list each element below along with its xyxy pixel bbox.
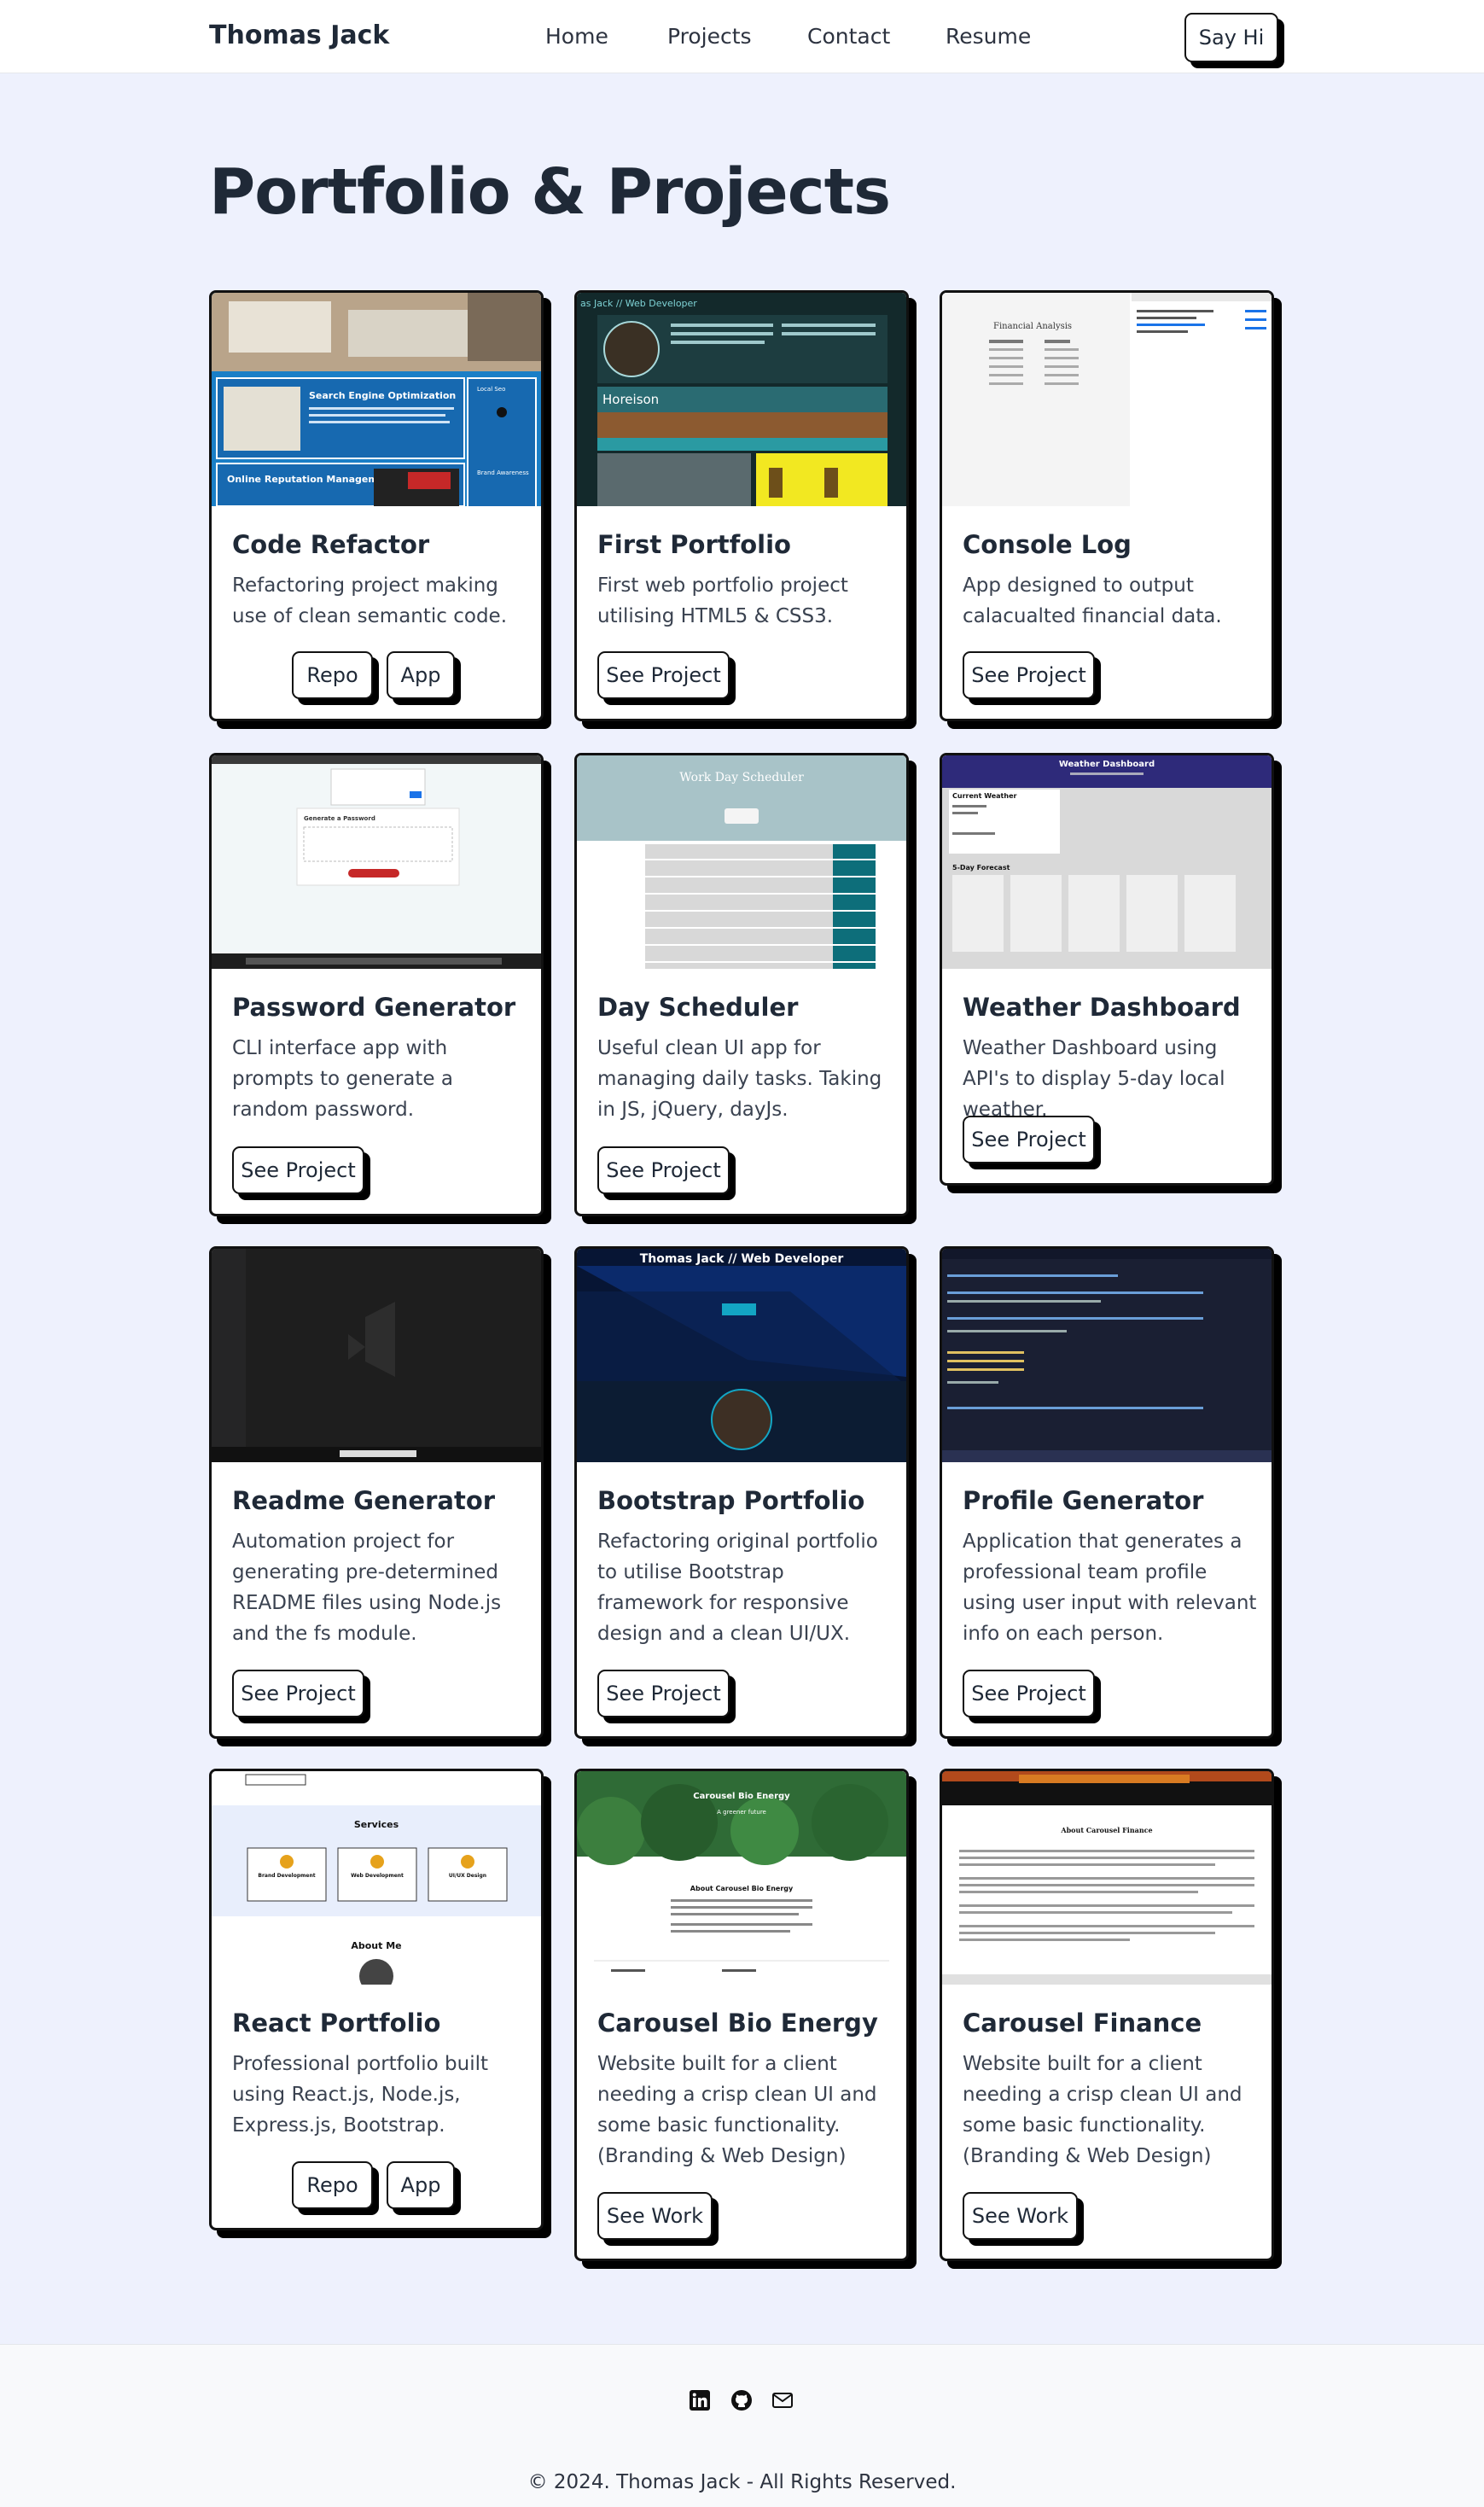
thumb-fp-name: Horeison <box>602 392 659 407</box>
card-title: Readme Generator <box>232 1486 496 1515</box>
project-thumbnail: as Jack // Web Developer Horeison <box>577 293 906 506</box>
linkedin-icon[interactable] <box>689 2389 711 2411</box>
card-description: Website built for a client needing a cri… <box>597 2053 877 2167</box>
thumb-cbe-title: Carousel Bio Energy <box>693 1792 790 1801</box>
see-project-button[interactable]: See Project <box>597 1146 730 1194</box>
see-project-button[interactable]: See Project <box>597 651 730 699</box>
project-thumbnail: About Carousel Finance <box>942 1771 1272 1985</box>
thumb-fp-header: as Jack // Web Developer <box>580 298 697 309</box>
card-title: Carousel Bio Energy <box>597 2009 878 2038</box>
project-thumbnail: Weather Dashboard Current Weather 5-Day … <box>942 755 1272 969</box>
thumb-seo-text: Search Engine Optimization <box>309 390 456 401</box>
card-title: Day Scheduler <box>597 993 799 1022</box>
thumb-react-s3: UI/UX Design <box>449 1873 486 1879</box>
see-work-button[interactable]: See Work <box>963 2192 1078 2240</box>
see-project-button[interactable]: See Project <box>232 1146 364 1194</box>
project-card-password-generator: Generate a Password Password Generator C… <box>209 753 544 1216</box>
app-button[interactable]: App <box>387 651 455 699</box>
see-project-button[interactable]: See Project <box>963 1670 1095 1717</box>
repo-button[interactable]: Repo <box>292 651 373 699</box>
thumb-wx-forecast: 5-Day Forecast <box>952 864 1010 872</box>
github-icon[interactable] <box>730 2389 753 2411</box>
repo-button[interactable]: Repo <box>292 2161 373 2209</box>
project-card-code-refactor: Search Engine Optimization Local Seo Bra… <box>209 290 544 721</box>
thumb-react-services: Services <box>354 1819 399 1830</box>
card-description: Refactoring project making use of clean … <box>232 574 508 627</box>
nav-link-home[interactable]: Home <box>545 24 608 49</box>
card-description: Refactoring original portfolio to utilis… <box>597 1530 878 1645</box>
thumb-cbe-tag: A greener future <box>717 1809 766 1816</box>
see-project-button[interactable]: See Project <box>963 651 1095 699</box>
nav-link-contact[interactable]: Contact <box>807 24 890 49</box>
project-thumbnail <box>212 1249 541 1462</box>
thumb-react-about: About Me <box>351 1940 401 1951</box>
project-thumbnail: Thomas Jack // Web Developer <box>577 1249 906 1462</box>
thumb-cbe-about: About Carousel Bio Energy <box>690 1885 794 1892</box>
card-description: Website built for a client needing a cri… <box>963 2053 1242 2167</box>
card-title: Password Generator <box>232 993 516 1022</box>
card-description: First web portfolio project utilising HT… <box>597 574 848 627</box>
thumb-local-seo-text: Local Seo <box>477 386 505 393</box>
thumb-pw-title: Generate a Password <box>304 815 375 822</box>
card-description: Professional portfolio built using React… <box>232 2053 488 2137</box>
project-thumbnail: Work Day Scheduler <box>577 755 906 969</box>
thumb-cf-about: About Carousel Finance <box>1060 1826 1152 1834</box>
card-title: Console Log <box>963 530 1132 559</box>
card-description: CLI interface app with prompts to genera… <box>232 1037 453 1121</box>
email-icon[interactable] <box>771 2389 794 2411</box>
project-thumbnail: Financial Analysis <box>942 293 1272 506</box>
project-thumbnail <box>942 1249 1272 1462</box>
thumb-wx-title: Weather Dashboard <box>1059 760 1155 769</box>
project-thumbnail: Services Brand Development Web Developme… <box>212 1771 541 1985</box>
card-title: Profile Generator <box>963 1486 1204 1515</box>
card-description: Weather Dashboard using API's to display… <box>963 1037 1225 1121</box>
project-thumbnail: Search Engine Optimization Local Seo Bra… <box>212 293 541 506</box>
card-title: Code Refactor <box>232 530 430 559</box>
nav-link-resume[interactable]: Resume <box>946 24 1031 49</box>
app-button[interactable]: App <box>387 2161 455 2209</box>
navbar: Thomas Jack Home Projects Contact Resume… <box>0 0 1484 73</box>
thumb-orm-text: Online Reputation Management <box>227 474 395 485</box>
see-project-button[interactable]: See Project <box>232 1670 364 1717</box>
project-thumbnail: Carousel Bio Energy A greener future Abo… <box>577 1771 906 1985</box>
project-card-readme-generator: Readme Generator Automation project for … <box>209 1246 544 1739</box>
project-card-console-log: Financial Analysis Console Log App desig… <box>940 290 1274 721</box>
thumb-fin-title: Financial Analysis <box>993 322 1072 331</box>
brand-logo[interactable]: Thomas Jack <box>209 20 389 50</box>
see-project-button[interactable]: See Project <box>963 1116 1095 1163</box>
say-hi-button[interactable]: Say Hi <box>1184 13 1278 62</box>
project-card-weather-dashboard: Weather Dashboard Current Weather 5-Day … <box>940 753 1274 1186</box>
card-title: Weather Dashboard <box>963 993 1241 1022</box>
project-card-day-scheduler: Work Day Scheduler Day Scheduler Useful … <box>574 753 909 1216</box>
footer: © 2024. Thomas Jack - All Rights Reserve… <box>0 2344 1484 2507</box>
see-work-button[interactable]: See Work <box>597 2192 713 2240</box>
project-card-bootstrap-portfolio: Thomas Jack // Web Developer Bootstrap P… <box>574 1246 909 1739</box>
thumb-brand-text: Brand Awareness <box>477 469 529 476</box>
project-card-carousel-finance: About Carousel Finance Carousel Finance … <box>940 1769 1274 2261</box>
card-title: First Portfolio <box>597 530 791 559</box>
card-description: Application that generates a professiona… <box>963 1530 1257 1645</box>
project-card-first-portfolio: as Jack // Web Developer Horeison First … <box>574 290 909 721</box>
card-title: Carousel Finance <box>963 2009 1202 2038</box>
project-thumbnail: Generate a Password <box>212 755 541 969</box>
card-description: Useful clean UI app for managing daily t… <box>597 1037 882 1121</box>
nav-link-projects[interactable]: Projects <box>667 24 752 49</box>
thumb-react-s1: Brand Development <box>258 1873 315 1879</box>
card-description: Automation project for generating pre-de… <box>232 1530 502 1645</box>
card-title: React Portfolio <box>232 2009 441 2038</box>
project-card-carousel-bio-energy: Carousel Bio Energy A greener future Abo… <box>574 1769 909 2261</box>
copyright-text: © 2024. Thomas Jack - All Rights Reserve… <box>527 2471 957 2493</box>
thumb-wx-current: Current Weather <box>952 792 1016 800</box>
project-card-react-portfolio: Services Brand Development Web Developme… <box>209 1769 544 2230</box>
card-description: App designed to output calacualted finan… <box>963 574 1222 627</box>
card-title: Bootstrap Portfolio <box>597 1486 865 1515</box>
page-title: Portfolio & Projects <box>209 155 891 229</box>
thumb-react-s2: Web Development <box>351 1873 404 1879</box>
see-project-button[interactable]: See Project <box>597 1670 730 1717</box>
project-card-profile-generator: Profile Generator Application that gener… <box>940 1246 1274 1739</box>
thumb-bs-title: Thomas Jack // Web Developer <box>640 1252 844 1266</box>
thumb-sched-title: Work Day Scheduler <box>679 771 804 784</box>
